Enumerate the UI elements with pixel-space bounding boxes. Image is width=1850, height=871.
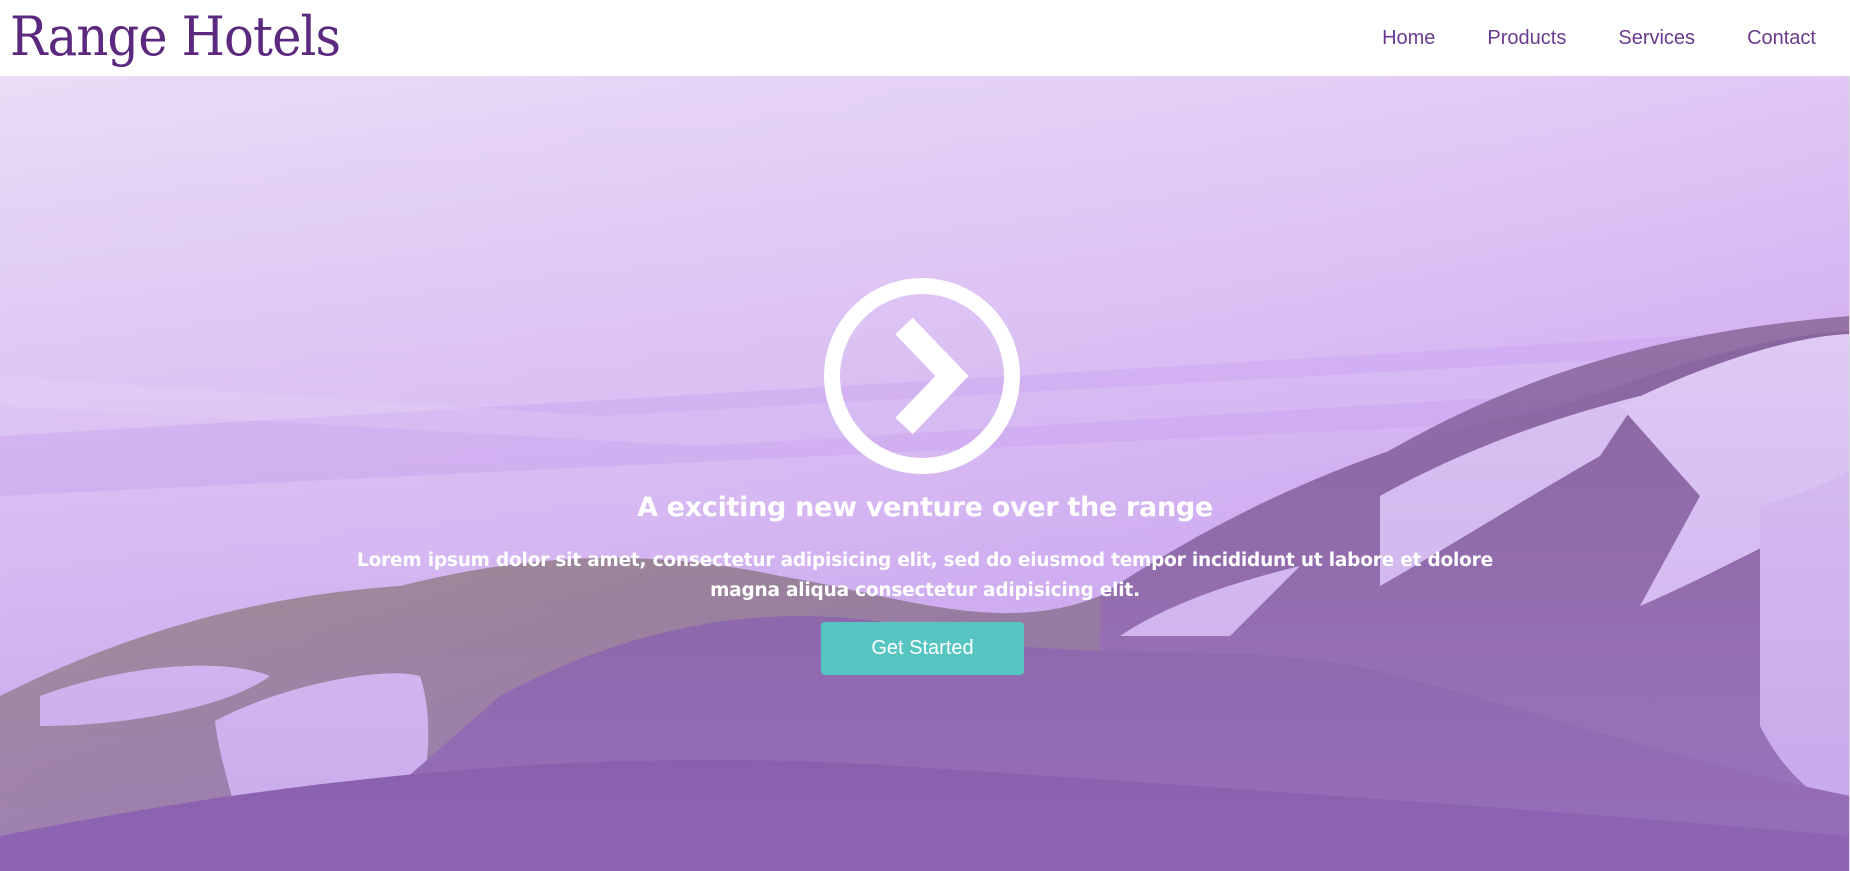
play-circle-icon[interactable] (822, 276, 1022, 476)
top-navbar: Range Hotels Home Products Services Cont… (0, 0, 1850, 76)
hero-content: A exciting new venture over the range Lo… (0, 76, 1850, 871)
hero-headline: A exciting new venture over the range (637, 492, 1213, 523)
get-started-button[interactable]: Get Started (821, 622, 1024, 675)
nav-item-products[interactable]: Products (1487, 0, 1566, 76)
hero-subtext: Lorem ipsum dolor sit amet, consectetur … (357, 550, 1493, 601)
hero-section: A exciting new venture over the range Lo… (0, 76, 1850, 871)
nav-item-home[interactable]: Home (1382, 0, 1435, 76)
nav-item-services[interactable]: Services (1618, 0, 1695, 76)
nav-item-contact[interactable]: Contact (1747, 0, 1816, 76)
brand-logo[interactable]: Range Hotels (10, 2, 341, 72)
main-nav: Home Products Services Contact (1382, 0, 1850, 76)
